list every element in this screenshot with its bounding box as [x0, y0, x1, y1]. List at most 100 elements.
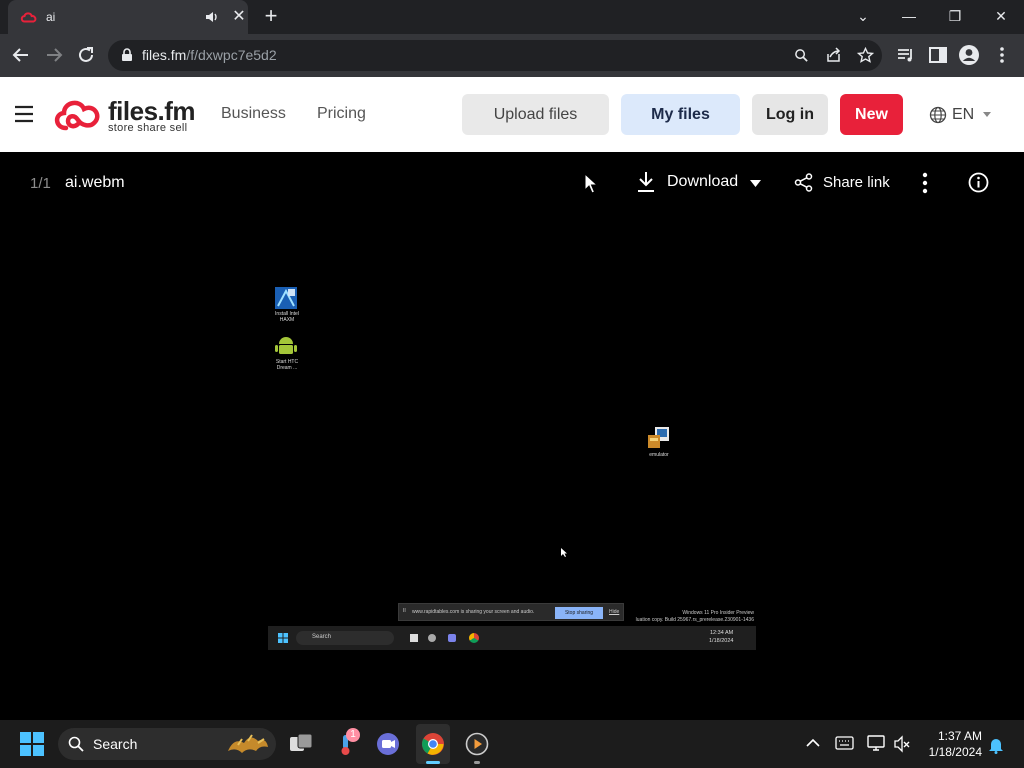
desktop-icon-haxm: Install Intel HAXM [272, 286, 302, 328]
share-link-label: Share link [823, 174, 890, 191]
restore-button[interactable]: ❐ [940, 3, 970, 29]
recorded-search-label: Search [312, 634, 332, 640]
volume-muted-icon[interactable] [893, 735, 911, 753]
speaker-icon[interactable] [204, 9, 220, 25]
network-display-icon[interactable] [867, 735, 886, 752]
small-cursor-icon [561, 548, 567, 557]
language-selector[interactable]: EN [929, 105, 999, 125]
url-path: /f/dxwpc7e5d2 [186, 47, 277, 63]
pause-glyph: II [403, 608, 406, 614]
task-view-icon[interactable] [288, 732, 314, 756]
weather-widget-button[interactable]: 1 [334, 728, 362, 758]
chrome-menu-icon[interactable] [991, 44, 1013, 66]
desktop-icon-label: HAXM [279, 317, 295, 323]
hamburger-menu-icon[interactable] [14, 104, 34, 124]
taskbar-chrome-button[interactable] [416, 724, 450, 764]
teams-meet-icon[interactable] [376, 732, 400, 756]
notification-bell-icon[interactable] [988, 736, 1004, 754]
browser-toolbar: files.fm/f/dxwpc7e5d2 [0, 34, 1024, 77]
download-caret-icon [750, 180, 761, 187]
reload-icon[interactable] [75, 44, 97, 66]
file-name: ai.webm [65, 174, 125, 191]
search-highlight-dragon-icon [228, 734, 268, 753]
file-viewer: 1/1 ai.webm Download Share link Install … [0, 152, 1024, 720]
screen-share-bar: II www.rapidtables.com is sharing your s… [398, 603, 624, 621]
stop-sharing-button: Stop sharing [555, 607, 603, 619]
upload-files-button[interactable]: Upload files [462, 94, 609, 135]
new-button[interactable]: New [840, 94, 903, 135]
window-close-button[interactable]: ✕ [986, 3, 1016, 29]
my-files-button[interactable]: My files [621, 94, 740, 135]
globe-icon [929, 106, 947, 124]
share-link-button[interactable]: Share link [794, 172, 894, 194]
taskbar-search-box[interactable]: Search [58, 728, 276, 760]
desktop-icon-label: emulator [649, 452, 669, 458]
windows-start-icon[interactable] [20, 732, 44, 756]
taskbar-search-label: Search [93, 736, 138, 752]
viewer-toolbar: 1/1 ai.webm Download Share link [0, 152, 1024, 214]
caret-down-icon [983, 112, 991, 117]
files-fm-cloud-icon [20, 12, 37, 23]
tab-close-icon[interactable]: ✕ [230, 8, 248, 26]
side-panel-icon[interactable] [927, 44, 949, 66]
lock-icon[interactable] [120, 48, 134, 62]
browser-tab-strip: ai ✕ + ⌄ — ❐ ✕ [0, 0, 1024, 34]
windows-taskbar: Search 1 1:37 AM 1/18/2024 [0, 720, 1024, 768]
chrome-icon [422, 733, 444, 755]
search-icon [68, 736, 84, 752]
desktop-icon-label: Dream ... [276, 365, 298, 371]
new-tab-button[interactable]: + [259, 5, 283, 29]
desktop-icon-htc: Start HTC Dream ... [272, 334, 302, 376]
windows-logo-small-icon [278, 633, 288, 643]
download-icon [638, 172, 654, 192]
keyboard-icon[interactable] [835, 736, 854, 750]
file-counter: 1/1 [30, 175, 51, 192]
chevron-up-icon[interactable] [806, 738, 820, 748]
address-bar[interactable]: files.fm/f/dxwpc7e5d2 [108, 40, 882, 71]
files-fm-logo-icon[interactable] [52, 96, 104, 134]
desktop-icon-emulator: emulator [644, 426, 674, 462]
bookmark-star-icon[interactable] [857, 47, 874, 64]
media-controls-icon[interactable] [895, 44, 917, 66]
android-icon [275, 337, 297, 354]
minimize-button[interactable]: — [894, 3, 924, 29]
nav-business[interactable]: Business [221, 105, 286, 123]
hide-link: Hide [609, 609, 620, 615]
clock-time[interactable]: 1:37 AM [930, 729, 982, 743]
recorded-chrome-icon [469, 633, 479, 643]
download-label: Download [667, 173, 739, 190]
info-icon[interactable] [968, 172, 989, 193]
share-bar-text: www.rapidtables.com is sharing your scre… [412, 609, 535, 615]
zoom-search-icon[interactable] [794, 48, 809, 63]
mouse-pointer-icon [584, 173, 598, 194]
emulator-icon [648, 427, 669, 448]
recorded-search-box: Search [296, 631, 394, 645]
active-app-indicator [426, 761, 440, 764]
share-page-icon[interactable] [825, 47, 842, 64]
windows-watermark-line1: Windows 11 Pro Insider Preview [682, 610, 754, 616]
notification-badge: 1 [346, 728, 360, 742]
browser-tab[interactable]: ai ✕ [8, 0, 248, 34]
installer-icon [275, 287, 297, 309]
back-arrow-icon[interactable] [10, 44, 32, 66]
profile-avatar-icon[interactable] [958, 44, 980, 66]
clock-date[interactable]: 1/18/2024 [920, 745, 982, 759]
recorded-time: 12:34 AM [710, 630, 734, 636]
taskbar-media-player-button[interactable] [462, 728, 492, 764]
logo-tagline: store share sell [108, 122, 188, 134]
nav-pricing[interactable]: Pricing [317, 105, 366, 123]
recorded-task-view-icon [410, 634, 418, 642]
tab-search-dropdown-icon[interactable]: ⌄ [848, 3, 878, 29]
site-header: files.fm store share sell Business Prici… [0, 77, 1024, 152]
login-button[interactable]: Log in [752, 94, 828, 135]
language-label: EN [952, 106, 975, 123]
url-host: files.fm [142, 47, 187, 63]
recorded-taskbar: Search 12:34 AM 1/18/2024 [268, 626, 756, 650]
media-player-icon [465, 732, 489, 756]
download-button[interactable]: Download [635, 170, 765, 196]
more-options-icon[interactable] [920, 172, 930, 194]
forward-arrow-icon[interactable] [43, 44, 65, 66]
url-text: files.fm/f/dxwpc7e5d2 [142, 47, 277, 63]
share-icon [794, 173, 813, 192]
windows-watermark-line2: luation copy. Build 25967.rs_prerelease.… [635, 617, 754, 623]
